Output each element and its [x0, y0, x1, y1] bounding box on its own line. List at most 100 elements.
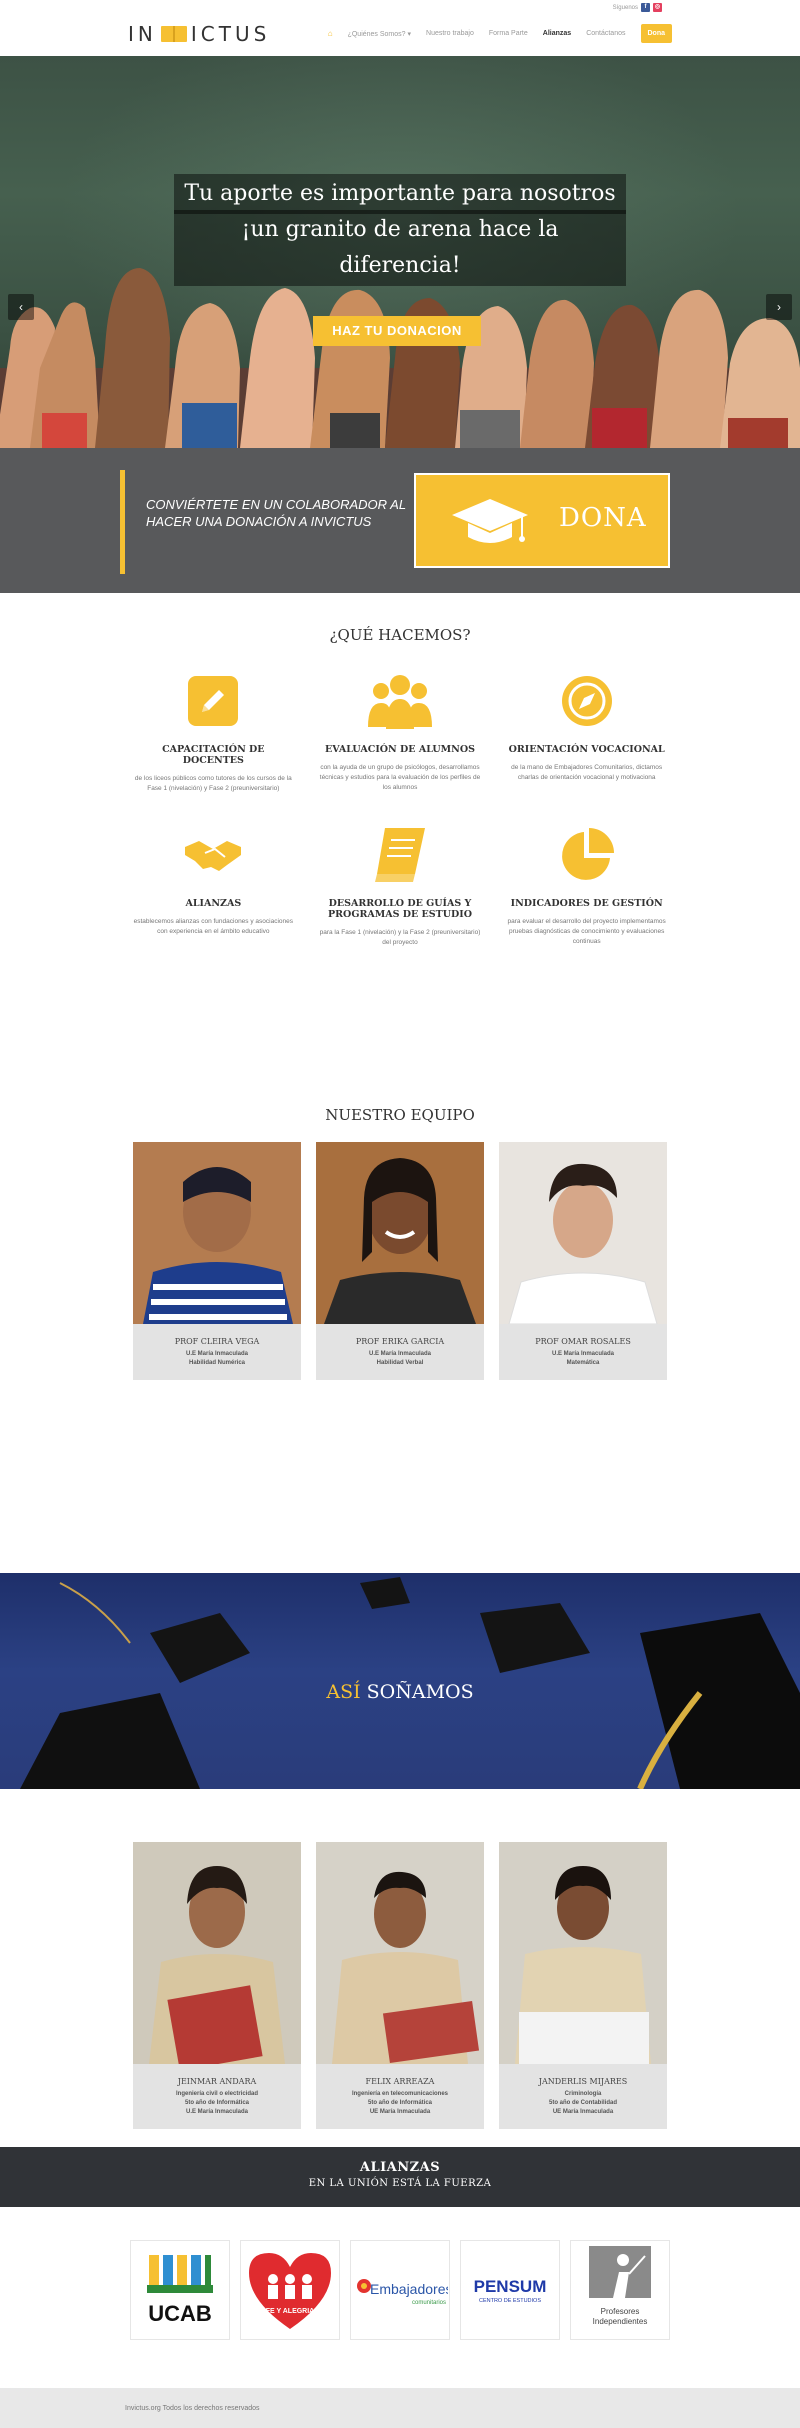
student-line: UE María Inmaculada — [552, 2109, 614, 2115]
donate-band: CONVIÉRTETE EN UN COLABORADOR AL HACER U… — [0, 448, 800, 593]
feature-item: CAPACITACIÓN DE DOCENTES de los liceos p… — [120, 668, 307, 794]
student-line: U.E María Inmaculada — [185, 2109, 249, 2115]
feature-text: establecemos alianzas con fundaciones y … — [133, 918, 293, 935]
accent-bar — [120, 470, 125, 574]
team-card[interactable]: PROF OMAR ROSALES U.E María Inmaculada M… — [499, 1142, 667, 1380]
social-bar: Síguenos f ◎ — [613, 3, 662, 12]
partners-row: UCAB FE Y ALEGRIA Embajadores comunitari… — [0, 2207, 800, 2388]
feature-title: ALIANZAS — [185, 898, 242, 909]
team-card[interactable]: PROF ERIKA GARCIA U.E María Inmaculada H… — [316, 1142, 484, 1380]
student-name: FELIX ARREAZA — [365, 2077, 435, 2086]
feature-text: para la Fase 1 (nivelación) y la Fase 2 … — [319, 929, 481, 946]
student-photo — [133, 1842, 301, 2064]
main-nav: ⌂ ¿Quiénes Somos? ▾ Nuestro trabajo Form… — [328, 24, 672, 43]
pie-chart-icon — [505, 822, 668, 888]
student-name: JANDERLIS MIJARES — [538, 2077, 628, 2086]
hero-slider: Tu aporte es importante para nosotros ¡u… — [0, 56, 800, 448]
svg-text:PENSUM: PENSUM — [474, 2277, 547, 2296]
partner-ucab-logo[interactable]: UCAB — [130, 2240, 230, 2340]
feature-title: DESARROLLO DE GUÍAS Y PROGRAMAS DE ESTUD… — [328, 898, 472, 920]
team-name: PROF OMAR ROSALES — [535, 1337, 631, 1346]
slider-next-arrow-icon[interactable]: › — [766, 294, 792, 320]
nav-forma-parte[interactable]: Forma Parte — [489, 30, 528, 37]
student-card[interactable]: FELIX ARREAZA Ingeniería en telecomunica… — [316, 1842, 484, 2129]
dream-banner: ASÍ SOÑAMOS — [0, 1573, 800, 1789]
svg-text:CENTRO DE ESTUDIOS: CENTRO DE ESTUDIOS — [479, 2298, 541, 2304]
team-name: PROF ERIKA GARCIA — [355, 1337, 445, 1346]
partner-profesores-logo[interactable]: Profesores Independientes — [570, 2240, 670, 2340]
team-line: U.E María Inmaculada — [368, 1351, 432, 1357]
svg-text:Embajadores: Embajadores — [370, 2281, 448, 2297]
handshake-icon — [132, 822, 295, 888]
home-icon[interactable]: ⌂ — [328, 29, 333, 38]
nav-dona-button[interactable]: Dona — [640, 24, 672, 43]
team-line: Habilidad Numérica — [188, 1360, 245, 1366]
open-book-icon — [160, 26, 187, 42]
dona-big-label: DONA — [559, 503, 647, 533]
feature-item: DESARROLLO DE GUÍAS Y PROGRAMAS DE ESTUD… — [307, 822, 494, 948]
logo[interactable]: IN ICTUS — [128, 22, 270, 46]
students-section: JEINMAR ANDARA Ingeniería civil o electr… — [0, 1789, 800, 2147]
student-line: 5to año de Informática — [184, 2100, 249, 2106]
section-title: NUESTRO EQUIPO — [325, 1106, 475, 1124]
student-card[interactable]: JEINMAR ANDARA Ingeniería civil o electr… — [133, 1842, 301, 2129]
banner-title-rest: SOÑAMOS — [360, 1681, 474, 1703]
team-line: U.E María Inmaculada — [551, 1351, 615, 1357]
feature-title: CAPACITACIÓN DE DOCENTES — [162, 744, 265, 766]
site-footer: Invictus.org Todos los derechos reservad… — [0, 2388, 800, 2428]
student-photo — [499, 1842, 667, 2064]
student-name: JEINMAR ANDARA — [177, 2077, 257, 2086]
partner-pensum-logo[interactable]: PENSUM CENTRO DE ESTUDIOS — [460, 2240, 560, 2340]
feature-item: ALIANZAS establecemos alianzas con funda… — [120, 822, 307, 948]
alliances-band: ALIANZAS EN LA UNIÓN ESTÁ LA FUERZA — [0, 2147, 800, 2207]
student-line: Ingeniería civil o electricidad — [175, 2091, 259, 2097]
svg-text:Profesores: Profesores — [601, 2307, 640, 2316]
site-header: Síguenos f ◎ IN ICTUS ⌂ ¿Quiénes Somos? … — [0, 0, 800, 56]
alliances-subtitle: EN LA UNIÓN ESTÁ LA FUERZA — [308, 2178, 492, 2189]
dona-big-button[interactable]: DONA — [414, 473, 670, 568]
team-photo — [499, 1142, 667, 1324]
team-line: U.E María Inmaculada — [185, 1351, 249, 1357]
team-section: NUESTRO EQUIPO PROF CLEIRA VEGA U.E Marí… — [0, 1068, 800, 1573]
feature-title: ORIENTACIÓN VOCACIONAL — [508, 744, 665, 755]
feature-text: con la ayuda de un grupo de psicólogos, … — [319, 764, 481, 791]
student-card[interactable]: JANDERLIS MIJARES Criminología 5to año d… — [499, 1842, 667, 2129]
feature-item: ORIENTACIÓN VOCACIONAL de la mano de Emb… — [493, 668, 680, 794]
nav-nuestro-trabajo[interactable]: Nuestro trabajo — [426, 30, 474, 37]
compass-icon — [505, 668, 668, 734]
team-line: Matemática — [566, 1360, 600, 1366]
facebook-icon[interactable]: f — [641, 3, 650, 12]
svg-text:FE Y ALEGRIA: FE Y ALEGRIA — [266, 2308, 315, 2315]
student-photo — [316, 1842, 484, 2064]
alliances-title: ALIANZAS — [359, 2160, 441, 2175]
section-title: ¿QUÉ HACEMOS? — [329, 626, 471, 644]
instagram-icon[interactable]: ◎ — [653, 3, 662, 12]
team-card[interactable]: PROF CLEIRA VEGA U.E María Inmaculada Ha… — [133, 1142, 301, 1380]
nav-alianzas[interactable]: Alianzas — [543, 30, 571, 37]
partner-fe-y-alegria-logo[interactable]: FE Y ALEGRIA — [240, 2240, 340, 2340]
nav-contactanos[interactable]: Contáctanos — [586, 30, 625, 37]
hero-caption-line1: Tu aporte es importante para nosotros — [174, 174, 626, 214]
svg-text:UCAB: UCAB — [148, 2301, 212, 2326]
student-line: UE María Inmaculada — [369, 2109, 431, 2115]
feature-text: de los liceos públicos como tutores de l… — [134, 775, 292, 792]
svg-text:Independientes: Independientes — [593, 2317, 648, 2326]
feature-title: INDICADORES DE GESTIÓN — [510, 898, 663, 909]
svg-text:comunitarios: comunitarios — [412, 2300, 446, 2306]
donation-cta-button[interactable]: HAZ TU DONACION — [313, 316, 481, 346]
pencil-icon — [132, 668, 295, 734]
team-photo — [316, 1142, 484, 1324]
feature-item: EVALUACIÓN DE ALUMNOS con la ayuda de un… — [307, 668, 494, 794]
banner-title: ASÍ SOÑAMOS — [0, 1681, 800, 1703]
book-icon — [319, 822, 482, 888]
donate-text: CONVIÉRTETE EN UN COLABORADOR AL HACER U… — [146, 497, 406, 529]
team-line: Habilidad Verbal — [376, 1360, 424, 1366]
partner-embajadores-logo[interactable]: Embajadores comunitarios — [350, 2240, 450, 2340]
feature-item: INDICADORES DE GESTIÓN para evaluar el d… — [493, 822, 680, 948]
slider-prev-arrow-icon[interactable]: ‹ — [8, 294, 34, 320]
nav-quienes-somos[interactable]: ¿Quiénes Somos? ▾ — [348, 30, 411, 38]
student-line: 5to año de Informática — [367, 2100, 432, 2106]
social-label: Síguenos — [612, 4, 638, 11]
team-photo — [133, 1142, 301, 1324]
feature-text: para evaluar el desarrollo del proyecto … — [507, 918, 666, 945]
